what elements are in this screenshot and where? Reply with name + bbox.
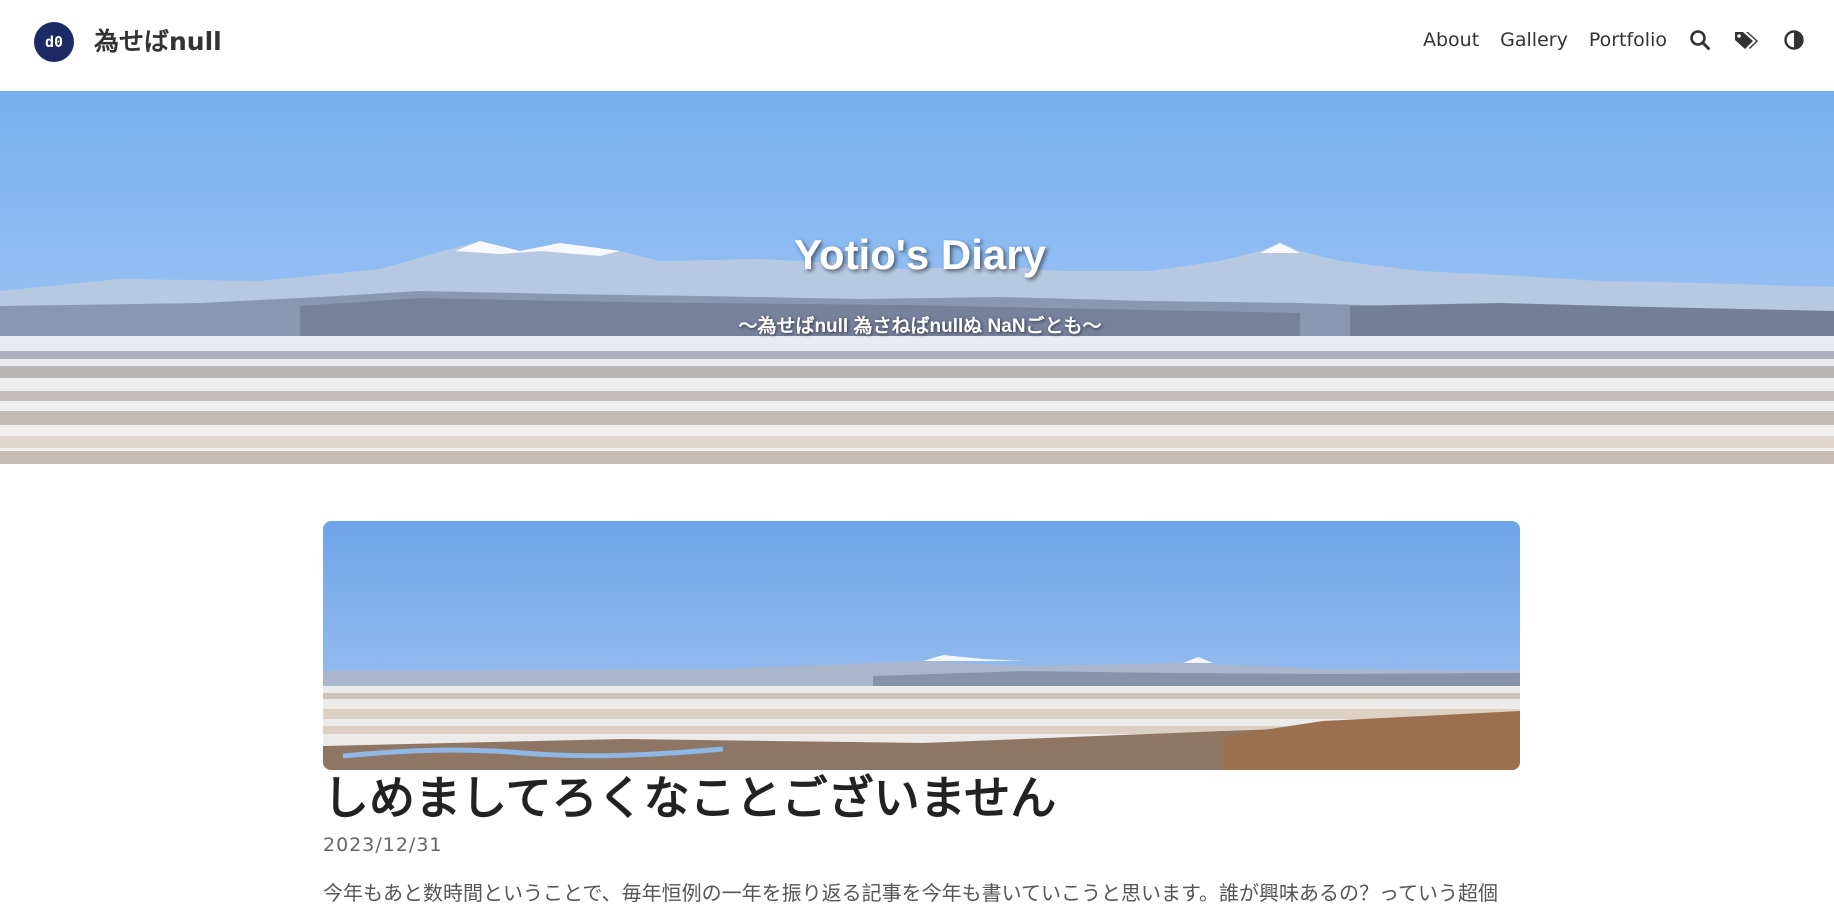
site-logo[interactable]: d0 (34, 22, 74, 62)
post-card: しめましてろくなことございません 2023/12/31 今年もあと数時間というこ… (323, 521, 1520, 905)
top-navbar: d0 為せばnull About Gallery Portfolio (0, 0, 1834, 90)
post-date: 2023/12/31 (323, 834, 443, 856)
site-name-link[interactable]: 為せばnull (94, 26, 222, 58)
search-icon[interactable] (1688, 28, 1712, 52)
hero-title: Yotio's Diary (794, 231, 1046, 278)
hero-subtitle: 〜為せばnull 為さねばnullぬ NaNごとも〜 (738, 316, 1102, 337)
post-thumbnail[interactable] (323, 521, 1520, 770)
post-title-link[interactable]: しめましてろくなことございません (323, 768, 1056, 828)
post-thumbnail-image (323, 521, 1520, 770)
hero-banner: Yotio's Diary 〜為せばnull 為さねばnullぬ NaNごとも〜 (0, 91, 1834, 464)
main-nav: About Gallery Portfolio (1402, 24, 1806, 56)
post-excerpt: 今年もあと数時間ということで、毎年恒例の一年を振り返る記事を今年も書いていこうと… (323, 881, 1498, 905)
theme-toggle-icon[interactable] (1782, 28, 1806, 52)
nav-portfolio-link[interactable]: Portfolio (1589, 24, 1667, 56)
nav-gallery-link[interactable]: Gallery (1500, 24, 1568, 56)
nav-about-link[interactable]: About (1423, 24, 1479, 56)
tags-icon[interactable] (1733, 28, 1761, 52)
